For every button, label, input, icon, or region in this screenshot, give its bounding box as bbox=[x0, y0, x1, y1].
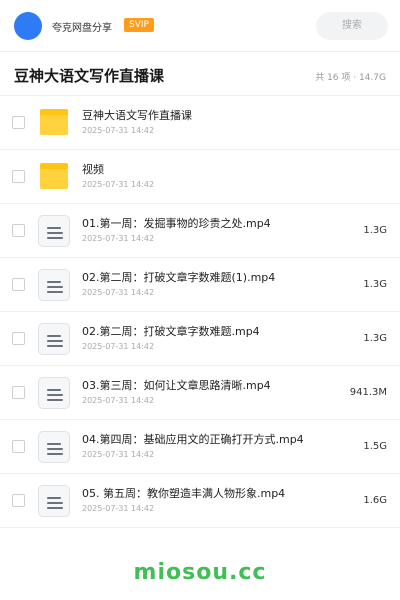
file-row[interactable]: 03.第三周：如何让文章思路清晰.mp4 2025-07-31 14:42 941.… bbox=[0, 366, 400, 420]
folder-icon bbox=[38, 161, 70, 193]
file-row[interactable]: 04.第四周：基础应用文的正确打开方式.mp4 2025-07-31 14:42 1… bbox=[0, 420, 400, 474]
top-bar: 夸克网盘分享 SVIP 搜索 bbox=[0, 0, 400, 52]
folder-summary: 共 16 项 · 14.7G bbox=[315, 73, 386, 83]
file-row[interactable]: 视频 2025-07-31 14:42 bbox=[0, 150, 400, 204]
file-size: 1.3G bbox=[363, 279, 387, 290]
select-checkbox[interactable] bbox=[12, 278, 25, 291]
select-checkbox[interactable] bbox=[12, 224, 25, 237]
file-name[interactable]: 视频 bbox=[82, 161, 104, 177]
search-input[interactable]: 搜索 bbox=[316, 12, 388, 40]
file-name[interactable]: 02.第二周：打破文章字数难题(1).mp4 bbox=[82, 269, 275, 285]
file-date: 2025-07-31 14:42 bbox=[82, 342, 155, 351]
file-date: 2025-07-31 14:42 bbox=[82, 234, 155, 243]
file-date: 2025-07-31 14:42 bbox=[82, 126, 155, 135]
video-file-icon bbox=[38, 431, 70, 463]
file-name[interactable]: 05. 第五周：教你塑造丰满人物形象.mp4 bbox=[82, 485, 285, 501]
svip-badge: SVIP bbox=[124, 18, 154, 32]
file-row[interactable]: 05. 第五周：教你塑造丰满人物形象.mp4 2025-07-31 14:42 1.… bbox=[0, 474, 400, 528]
file-row[interactable]: 02.第二周：打破文章字数难题(1).mp4 2025-07-31 14:42 1.… bbox=[0, 258, 400, 312]
video-file-icon bbox=[38, 269, 70, 301]
file-size: 941.3M bbox=[349, 387, 387, 398]
file-size: 1.3G bbox=[363, 225, 387, 236]
video-file-icon bbox=[38, 323, 70, 355]
video-file-icon bbox=[38, 485, 70, 517]
file-row[interactable]: 01.第一周：发掘事物的珍贵之处.mp4 2025-07-31 14:42 1.3G bbox=[0, 204, 400, 258]
file-date: 2025-07-31 14:42 bbox=[82, 450, 155, 459]
file-row[interactable]: 豆神大语文写作直播课 2025-07-31 14:42 bbox=[0, 96, 400, 150]
select-checkbox[interactable] bbox=[12, 332, 25, 345]
folder-icon bbox=[38, 107, 70, 139]
file-date: 2025-07-31 14:42 bbox=[82, 504, 155, 513]
file-size: 1.3G bbox=[363, 333, 387, 344]
watermark-text: miosou.cc bbox=[133, 560, 267, 585]
file-date: 2025-07-31 14:42 bbox=[82, 288, 155, 297]
file-name[interactable]: 02.第二周：打破文章字数难题.mp4 bbox=[82, 323, 260, 339]
select-checkbox[interactable] bbox=[12, 440, 25, 453]
video-file-icon bbox=[38, 215, 70, 247]
file-name[interactable]: 01.第一周：发掘事物的珍贵之处.mp4 bbox=[82, 215, 271, 231]
file-name[interactable]: 04.第四周：基础应用文的正确打开方式.mp4 bbox=[82, 431, 304, 447]
select-checkbox[interactable] bbox=[12, 116, 25, 129]
folder-title-bar: 豆神大语文写作直播课 共 16 项 · 14.7G bbox=[0, 52, 400, 96]
select-checkbox[interactable] bbox=[12, 170, 25, 183]
file-size: 1.5G bbox=[363, 441, 387, 452]
page-title: 豆神大语文写作直播课 bbox=[14, 67, 165, 85]
file-date: 2025-07-31 14:42 bbox=[82, 396, 155, 405]
video-file-icon bbox=[38, 377, 70, 409]
avatar[interactable] bbox=[14, 12, 42, 40]
file-list: 豆神大语文写作直播课 2025-07-31 14:42 视频 2025-07-31 1… bbox=[0, 96, 400, 528]
select-checkbox[interactable] bbox=[12, 494, 25, 507]
file-name[interactable]: 豆神大语文写作直播课 bbox=[82, 107, 192, 123]
file-row[interactable]: 02.第二周：打破文章字数难题.mp4 2025-07-31 14:42 1.3G bbox=[0, 312, 400, 366]
share-owner-name: 夸克网盘分享 bbox=[52, 23, 112, 34]
file-date: 2025-07-31 14:42 bbox=[82, 180, 155, 189]
select-checkbox[interactable] bbox=[12, 386, 25, 399]
file-name[interactable]: 03.第三周：如何让文章思路清晰.mp4 bbox=[82, 377, 271, 393]
file-size: 1.6G bbox=[363, 495, 387, 506]
